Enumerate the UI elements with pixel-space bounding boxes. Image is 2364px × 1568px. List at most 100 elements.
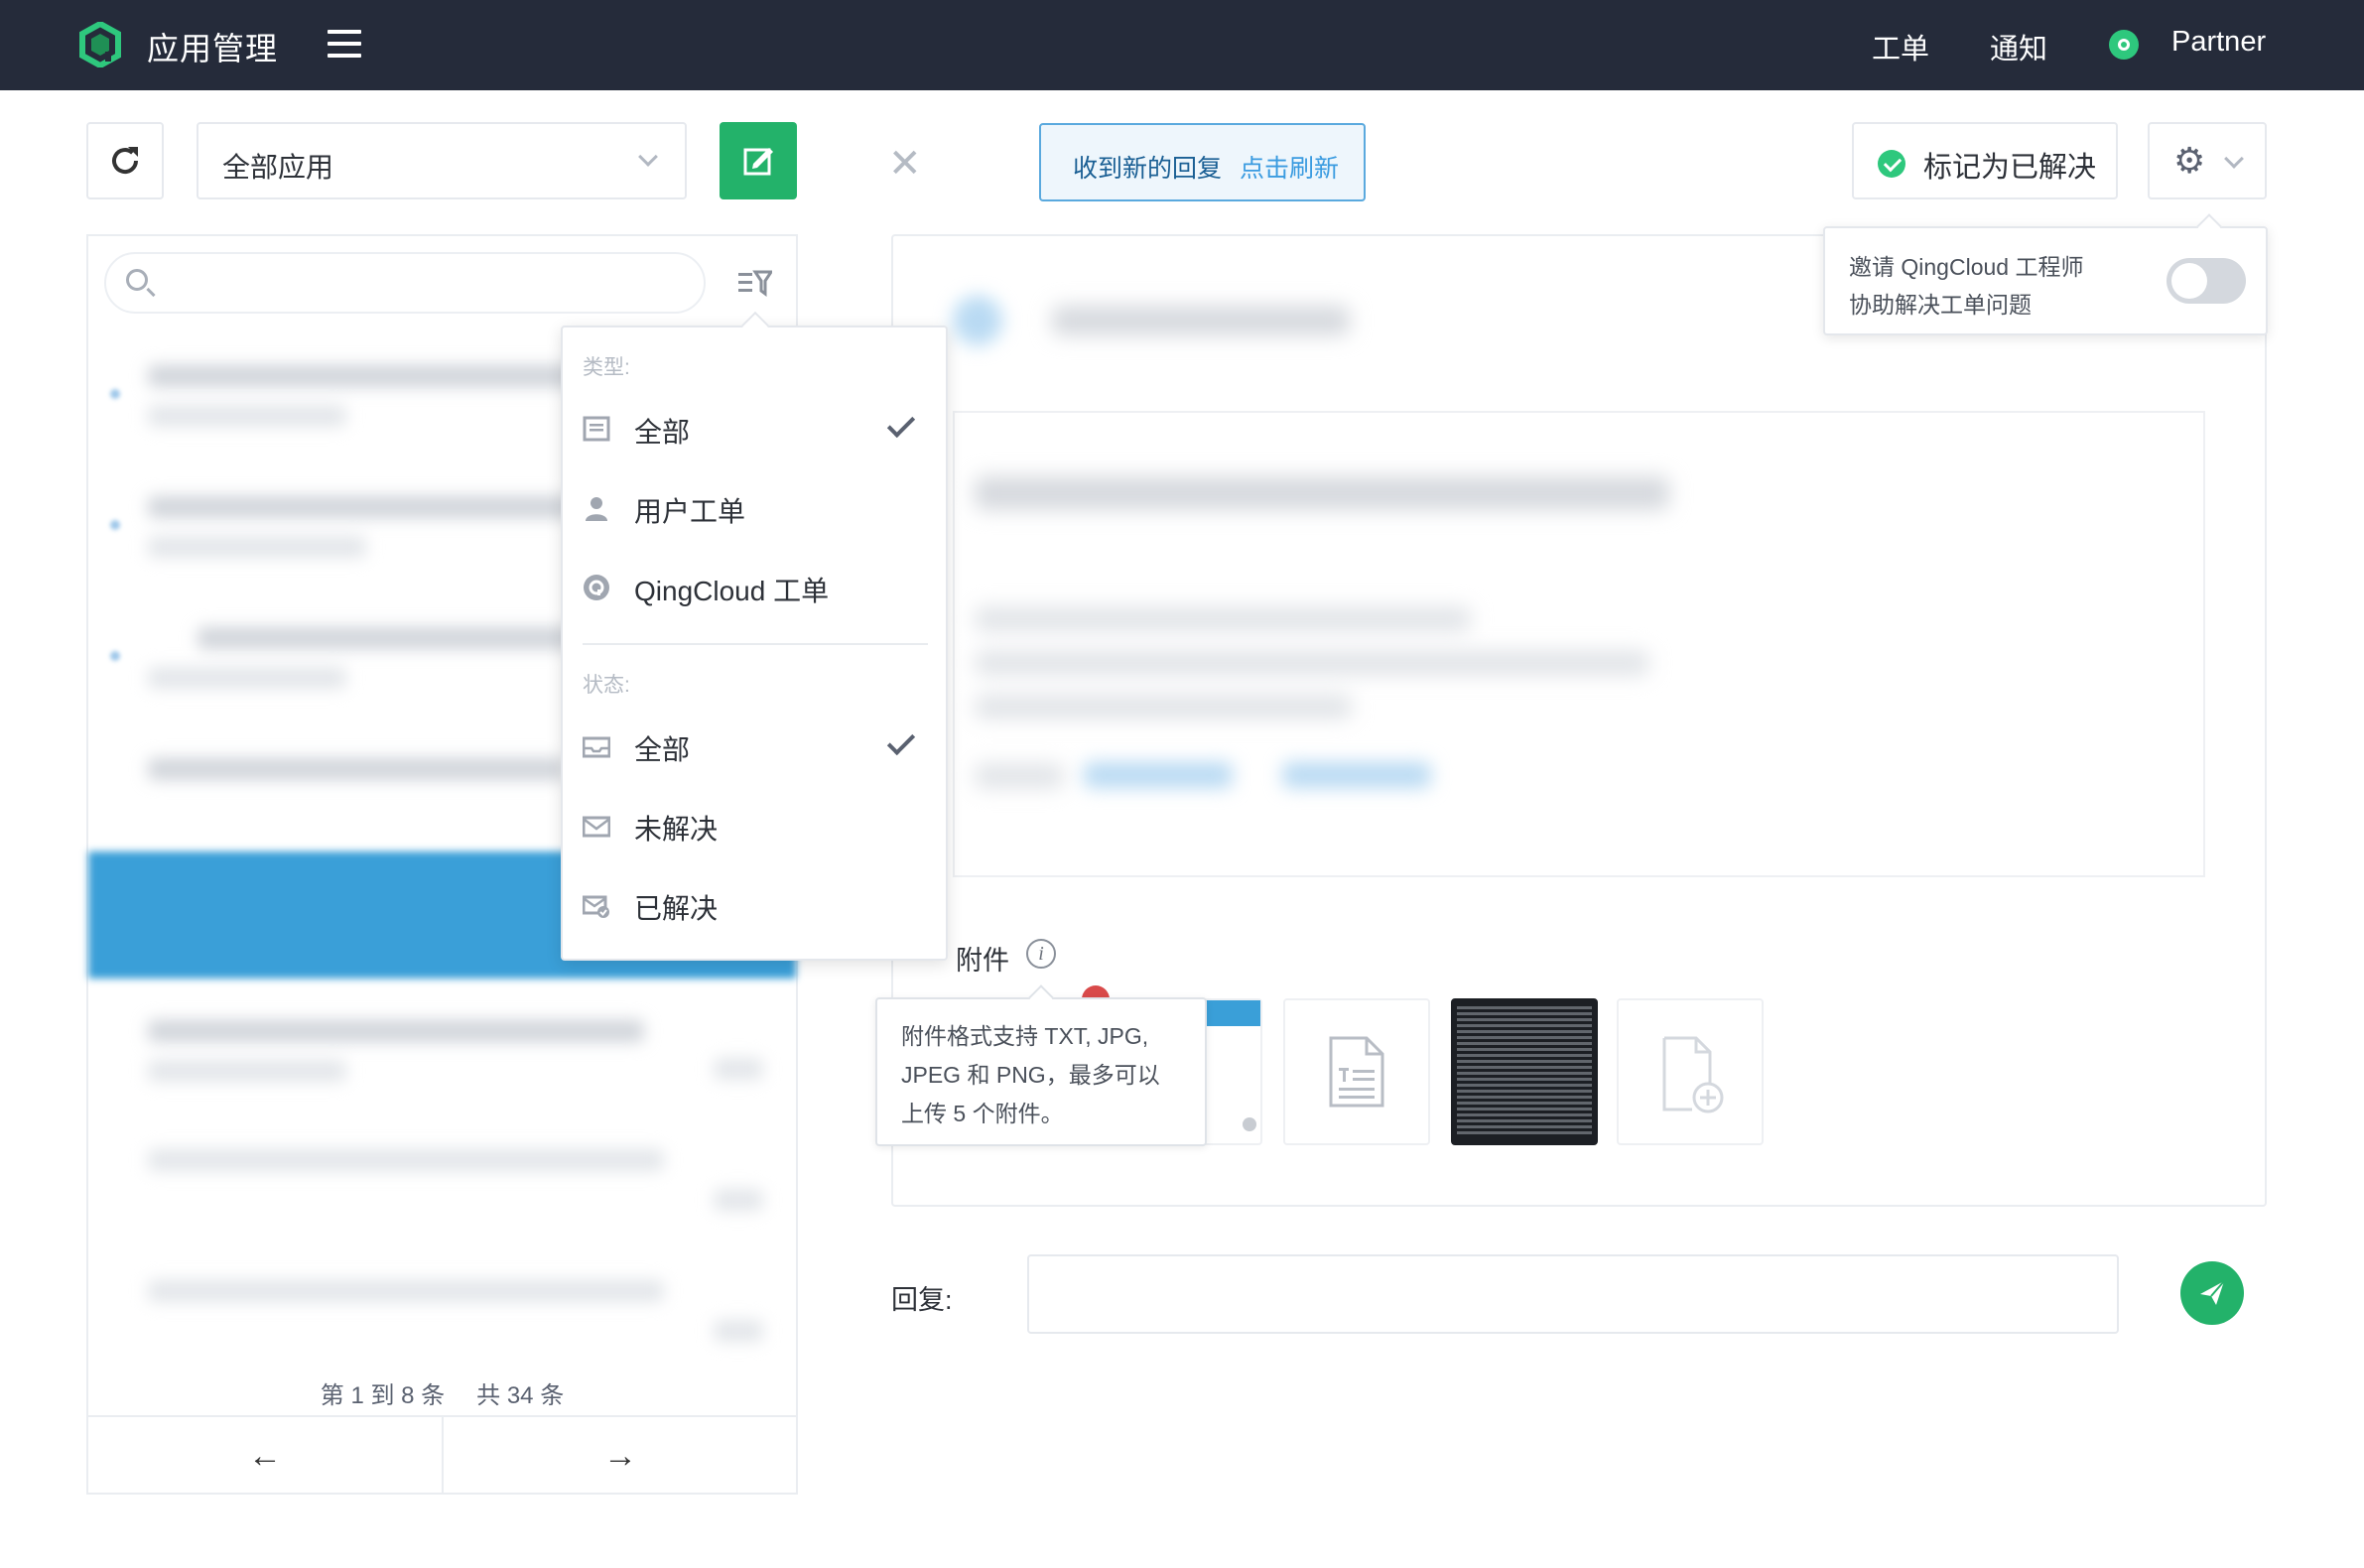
add-attachment-button[interactable] bbox=[1617, 998, 1764, 1145]
ticket-author-blur bbox=[1052, 306, 1350, 335]
filter-item-label: 未解决 bbox=[634, 814, 719, 845]
check-icon bbox=[886, 726, 916, 756]
user-icon bbox=[586, 497, 607, 521]
message-line-blur bbox=[975, 764, 1064, 788]
list-item-meta bbox=[148, 667, 346, 689]
nav-tickets[interactable]: 工单 bbox=[1872, 26, 1929, 67]
notice-refresh-link[interactable]: 点击刷新 bbox=[1240, 149, 1339, 185]
list-item-badge bbox=[714, 1189, 763, 1211]
reply-label: 回复: bbox=[891, 1285, 953, 1315]
list-item[interactable] bbox=[148, 1020, 644, 1042]
pagination-total: 共 34 条 bbox=[476, 1382, 565, 1409]
app-filter-value: 全部应用 bbox=[222, 152, 334, 183]
send-icon bbox=[2200, 1280, 2225, 1305]
add-file-icon bbox=[1662, 1036, 1724, 1113]
unread-dot bbox=[110, 651, 120, 661]
pagination-range: 第 1 到 8 条 bbox=[320, 1382, 446, 1409]
list-item-meta bbox=[148, 536, 366, 558]
chevron-down-icon bbox=[2224, 149, 2244, 169]
search-input[interactable] bbox=[104, 252, 706, 314]
inbox-icon bbox=[583, 416, 610, 442]
unread-dot bbox=[110, 389, 120, 399]
filter-status-all[interactable]: 全部 bbox=[583, 719, 928, 778]
filter-item-label: 全部 bbox=[634, 417, 691, 448]
filter-type-all[interactable]: 全部 bbox=[583, 401, 928, 460]
prev-page-button[interactable]: ← bbox=[88, 1417, 442, 1495]
settings-button[interactable]: ⚙ bbox=[2148, 122, 2267, 199]
new-reply-notice[interactable]: 收到新的回复 点击刷新 bbox=[1039, 123, 1366, 201]
type-heading: 类型: bbox=[583, 356, 630, 379]
text-file-icon bbox=[1329, 1036, 1384, 1108]
partner-icon bbox=[2109, 30, 2139, 60]
filter-status-unresolved[interactable]: 未解决 bbox=[583, 798, 928, 857]
qingcloud-logo-icon[interactable] bbox=[79, 22, 121, 67]
chevron-down-icon bbox=[638, 147, 658, 167]
filter-item-label: QingCloud 工单 bbox=[634, 576, 830, 606]
attachment-txt-file[interactable] bbox=[1283, 998, 1430, 1145]
message-title-blur bbox=[975, 476, 1669, 510]
gear-icon: ⚙ bbox=[2173, 140, 2206, 181]
avatar bbox=[953, 296, 1002, 345]
invite-line-2: 协助解决工单问题 bbox=[1849, 292, 2032, 318]
reply-input[interactable] bbox=[1027, 1254, 2119, 1334]
list-item[interactable] bbox=[197, 627, 575, 649]
nav-partner[interactable]: Partner bbox=[2171, 26, 2266, 59]
list-item-badge bbox=[714, 1320, 763, 1342]
attachment-format-tooltip: 附件格式支持 TXT, JPG, JPEG 和 PNG，最多可以上传 5 个附件… bbox=[875, 984, 1207, 1146]
menu-icon[interactable] bbox=[328, 30, 361, 58]
filter-dropdown: 类型: 全部 用户工单 QingCloud 工单 状态: 全部 未解决 已解决 bbox=[561, 311, 948, 961]
top-navbar: 应用管理 工单 通知 Partner bbox=[0, 0, 2364, 90]
nav-notifications[interactable]: 通知 bbox=[1990, 26, 2047, 67]
check-circle-icon bbox=[1878, 150, 1905, 178]
mail-icon bbox=[583, 816, 610, 838]
message-line-blur bbox=[975, 695, 1352, 719]
message-link-blur bbox=[1084, 762, 1233, 788]
mark-resolved-label: 标记为已解决 bbox=[1923, 152, 2097, 184]
filter-item-label: 已解决 bbox=[634, 893, 719, 924]
mark-resolved-button[interactable]: 标记为已解决 bbox=[1852, 122, 2118, 199]
list-item[interactable] bbox=[148, 1280, 664, 1302]
invite-engineer-toggle[interactable] bbox=[2167, 258, 2246, 304]
mail-open-icon bbox=[583, 736, 610, 758]
refresh-icon bbox=[112, 147, 139, 175]
list-item[interactable] bbox=[148, 1149, 664, 1171]
pagination-info: 第 1 到 8 条 共 34 条 bbox=[88, 1375, 796, 1410]
check-icon bbox=[886, 409, 916, 439]
invite-line-1: 邀请 QingCloud 工程师 bbox=[1849, 254, 2084, 280]
tooltip-text: 附件格式支持 TXT, JPG, JPEG 和 PNG，最多可以上传 5 个附件… bbox=[901, 1023, 1160, 1126]
app-filter-select[interactable]: 全部应用 bbox=[197, 122, 687, 199]
list-item-meta bbox=[148, 405, 346, 427]
filter-item-label: 全部 bbox=[634, 734, 691, 765]
mail-check-icon bbox=[583, 895, 609, 918]
app-title: 应用管理 bbox=[147, 31, 279, 66]
unread-dot bbox=[110, 520, 120, 530]
status-heading: 状态: bbox=[583, 674, 630, 697]
attachment-remove-dot[interactable] bbox=[1243, 1117, 1256, 1131]
message-line-blur bbox=[975, 607, 1471, 631]
filter-sort-icon[interactable] bbox=[738, 268, 772, 298]
divider bbox=[583, 643, 928, 645]
filter-type-user[interactable]: 用户工单 bbox=[583, 480, 928, 540]
list-item[interactable] bbox=[148, 758, 565, 780]
edit-icon bbox=[743, 148, 773, 176]
attachment-terminal-screenshot[interactable] bbox=[1451, 998, 1598, 1145]
filter-item-label: 用户工单 bbox=[634, 496, 746, 527]
qingcloud-icon bbox=[584, 575, 609, 600]
message-line-blur bbox=[975, 651, 1649, 675]
list-item[interactable] bbox=[148, 365, 614, 387]
info-icon[interactable]: i bbox=[1026, 939, 1056, 969]
arrow-left-icon: ← bbox=[248, 1436, 282, 1475]
notice-text: 收到新的回复 bbox=[1073, 155, 1223, 183]
filter-type-qingcloud[interactable]: QingCloud 工单 bbox=[583, 560, 928, 619]
next-page-button[interactable]: → bbox=[444, 1417, 797, 1495]
send-button[interactable] bbox=[2180, 1261, 2244, 1325]
list-item[interactable] bbox=[148, 496, 575, 518]
new-ticket-button[interactable] bbox=[720, 122, 797, 199]
close-icon[interactable]: ✕ bbox=[888, 141, 922, 187]
filter-status-resolved[interactable]: 已解决 bbox=[583, 877, 928, 937]
attachments-label: 附件 bbox=[956, 946, 1009, 976]
pagination-bar: ← → bbox=[88, 1415, 797, 1495]
list-item-badge bbox=[714, 1058, 763, 1080]
ticket-message-box bbox=[953, 411, 2205, 877]
refresh-button[interactable] bbox=[86, 122, 164, 199]
